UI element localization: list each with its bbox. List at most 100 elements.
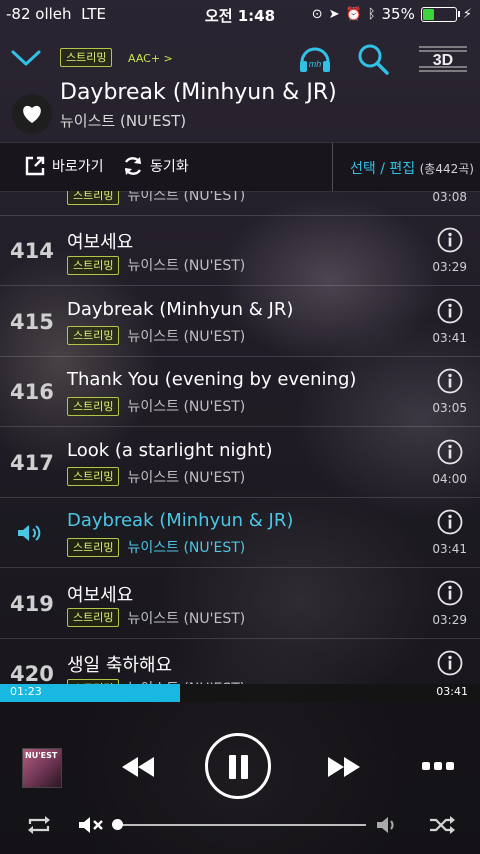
previous-icon[interactable] <box>120 756 156 778</box>
track-title: 생일 축하해요 <box>67 655 173 676</box>
list-item[interactable]: 415 Daybreak (Minhyun & JR) 스트리밍 뉴이스트 (NU'E… <box>0 286 480 357</box>
list-item[interactable]: 416 Thank You (evening by evening) 스트리밍 뉴이스… <box>0 356 480 427</box>
track-title: Look (a starlight night) <box>67 439 273 461</box>
track-meta: 스트리밍 뉴이스트 (NU'EST) <box>67 326 245 346</box>
track-artist: 뉴이스트 (NU'EST) <box>127 610 246 627</box>
track-number: 417 <box>10 450 54 475</box>
playlist-toolbar: 바로가기 동기화 선택 / 편집 (총442곡) <box>0 142 480 192</box>
volume-slider[interactable] <box>116 824 366 826</box>
shuffle-icon[interactable] <box>428 815 456 835</box>
sync-button[interactable]: 동기화 <box>122 155 189 177</box>
track-duration: 03:29 <box>432 612 467 627</box>
more-options-button[interactable] <box>422 762 454 770</box>
battery-percent: 35% <box>381 5 415 23</box>
repeat-icon[interactable] <box>26 815 52 835</box>
battery-fill <box>422 8 434 20</box>
next-icon[interactable] <box>326 756 362 778</box>
track-meta: 스트리밍 뉴이스트 (NU'EST) <box>67 467 245 487</box>
track-artist: 뉴이스트 (NU'EST) <box>127 258 246 274</box>
track-duration: 03:08 <box>432 191 467 204</box>
track-artist: 뉴이스트 (NU'EST) <box>127 328 246 345</box>
list-item[interactable]: 420생일 축하해요스트리밍뉴이스트 (NU'EST) <box>0 638 480 684</box>
info-icon[interactable] <box>437 298 463 324</box>
streaming-badge: 스트리밍 <box>67 326 120 345</box>
3d-label: 3D <box>433 52 453 69</box>
streaming-badge: 스트리밍 <box>67 396 120 416</box>
volume-knob[interactable] <box>112 819 123 830</box>
track-meta: 스트리밍 뉴이스트 (NU'EST) <box>67 255 245 275</box>
info-icon[interactable] <box>437 580 463 606</box>
rotation-lock-icon: ⊙ <box>311 6 323 22</box>
pause-button[interactable] <box>205 733 271 799</box>
volume-max-icon[interactable] <box>376 815 400 835</box>
elapsed-time: 01:23 <box>10 685 42 698</box>
edit-button[interactable]: 편집 <box>389 161 415 177</box>
sync-icon <box>124 157 142 175</box>
now-playing-artist: 뉴이스트 (NU'EST) <box>60 112 187 130</box>
info-icon[interactable] <box>437 439 463 465</box>
dot-icon <box>434 762 442 770</box>
status-right: ⊙ ➤ ⏰ ᛒ 35% ⚡ <box>312 5 472 23</box>
info-icon[interactable] <box>437 368 463 394</box>
location-icon: ➤ <box>328 6 340 22</box>
list-item[interactable]: 414 여보세요 스트리밍 뉴이스트 (NU'EST) 03:29 <box>0 215 480 286</box>
list-item-partial[interactable]: 스트리밍 뉴이스트 (NU'EST) 03:08 <box>0 191 480 216</box>
info-icon[interactable] <box>437 509 463 535</box>
track-artist: 뉴이스트 (NU'EST) <box>127 469 246 486</box>
track-duration: 04:00 <box>432 471 467 486</box>
album-art[interactable]: NU'EST <box>22 748 62 788</box>
track-artist: 뉴이스트 (NU'EST) <box>127 191 246 204</box>
3d-sound-icon[interactable]: 3D <box>418 44 468 74</box>
playback-progress[interactable]: 01:23 03:41 <box>0 684 480 702</box>
status-bar: -82 olleh LTE 오전 1:48 ⊙ ➤ ⏰ ᛒ 35% ⚡ <box>0 0 480 28</box>
track-artist: 뉴이스트 (NU'EST) <box>127 399 246 415</box>
track-number: 414 <box>10 239 54 263</box>
total-time: 03:41 <box>436 685 468 698</box>
slash-separator: / <box>380 161 385 177</box>
heart-icon <box>23 105 41 123</box>
dot-icon <box>446 762 454 770</box>
sync-label: 동기화 <box>150 159 189 175</box>
codec-selector[interactable]: AAC+ > <box>128 52 173 65</box>
playlist: 스트리밍 뉴이스트 (NU'EST) 03:08 414 여보세요 스트리밍 뉴이스트… <box>0 191 480 684</box>
like-button[interactable] <box>12 94 52 134</box>
streaming-badge: 스트리밍 <box>67 255 120 275</box>
headphones-icon[interactable]: mh <box>298 42 332 76</box>
track-duration: 03:41 <box>432 542 467 556</box>
info-icon[interactable] <box>437 227 463 253</box>
battery-icon <box>420 6 460 22</box>
track-meta: 스트리밍 뉴이스트 (NU'EST) <box>67 608 245 628</box>
track-duration: 03:05 <box>432 401 467 415</box>
now-playing-header: 스트리밍 AAC+ > mh 3D Daybreak (Minhyun & JR… <box>0 40 480 136</box>
toolbar-divider <box>332 143 333 191</box>
list-item[interactable]: Daybreak (Minhyun & JR) 스트리밍 뉴이스트 (NU'EST)… <box>0 497 480 568</box>
info-icon[interactable] <box>437 650 463 676</box>
list-item[interactable]: 419 여보세요 스트리밍 뉴이스트 (NU'EST) 03:29 <box>0 568 480 639</box>
chevron-down-icon[interactable] <box>10 46 42 70</box>
bluetooth-icon: ᛒ <box>367 6 376 22</box>
streaming-badge: 스트리밍 <box>67 537 120 557</box>
list-item[interactable]: 417 Look (a starlight night) 스트리밍 뉴이스트 (NU'… <box>0 427 480 498</box>
select-button[interactable]: 선택 <box>350 161 376 177</box>
select-edit-control: 선택 / 편집 (총442곡) <box>350 158 474 178</box>
streaming-badge: 스트리밍 <box>67 191 120 205</box>
track-title: Thank You (evening by evening) <box>67 369 357 390</box>
alarm-icon: ⏰ <box>345 6 362 22</box>
track-meta: 스트리밍 뉴이스트 (NU'EST) <box>67 537 245 557</box>
track-duration: 03:41 <box>432 330 467 345</box>
streaming-badge: 스트리밍 <box>67 467 120 486</box>
track-meta: 스트리밍 뉴이스트 (NU'EST) <box>67 191 245 205</box>
mute-icon[interactable] <box>78 815 106 835</box>
external-link-icon <box>25 156 45 176</box>
track-meta: 스트리밍 뉴이스트 (NU'EST) <box>67 396 245 416</box>
track-number: 420 <box>10 662 54 684</box>
goto-label: 바로가기 <box>52 159 104 175</box>
track-number: 416 <box>10 380 54 404</box>
track-number: 419 <box>10 591 54 616</box>
goto-button[interactable]: 바로가기 <box>24 155 104 177</box>
charging-icon: ⚡ <box>462 6 472 22</box>
search-icon[interactable] <box>356 42 390 76</box>
now-playing-speaker-icon <box>18 525 41 541</box>
player-controls: NU'EST <box>0 702 480 854</box>
track-title: Daybreak (Minhyun & JR) <box>67 298 294 320</box>
